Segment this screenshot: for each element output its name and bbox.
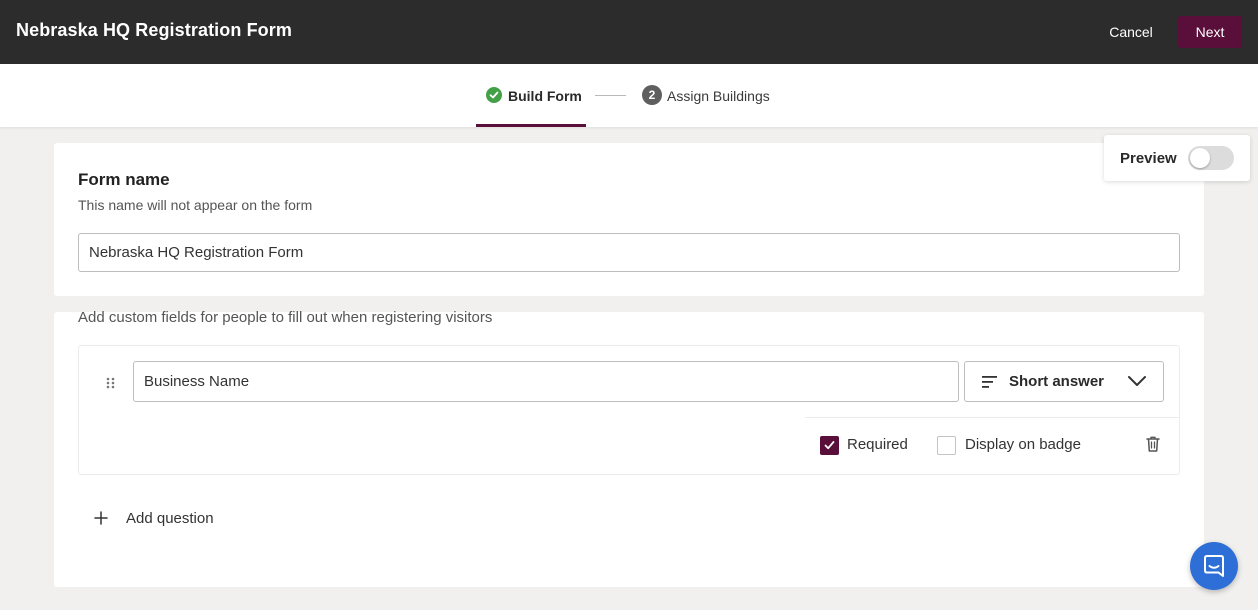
active-step-indicator xyxy=(476,124,586,127)
step-assign-buildings[interactable]: 2 Assign Buildings xyxy=(642,64,782,127)
step-connector xyxy=(595,95,626,96)
step-label: Assign Buildings xyxy=(667,88,770,104)
required-checkbox[interactable] xyxy=(820,436,839,455)
custom-fields-description: Add custom fields for people to fill out… xyxy=(78,309,493,326)
stepper: Build Form 2 Assign Buildings xyxy=(0,64,1258,127)
chat-launcher-button[interactable] xyxy=(1190,542,1238,590)
chevron-down-icon xyxy=(1128,376,1146,386)
drag-handle-icon[interactable] xyxy=(105,376,117,390)
question-item: Short answer Required Display on badge xyxy=(78,345,1180,475)
step-build-form[interactable]: Build Form xyxy=(476,64,586,127)
trash-icon[interactable] xyxy=(1145,435,1161,453)
display-on-badge-checkbox[interactable] xyxy=(937,436,956,455)
question-type-select[interactable]: Short answer xyxy=(964,361,1164,402)
preview-panel: Preview xyxy=(1104,135,1250,181)
chat-icon xyxy=(1204,555,1224,577)
plus-icon xyxy=(94,511,108,525)
preview-toggle[interactable] xyxy=(1188,146,1234,170)
required-label: Required xyxy=(847,436,908,453)
form-name-heading: Form name xyxy=(78,170,170,189)
custom-fields-card: Add custom fields for people to fill out… xyxy=(54,309,1204,587)
display-on-badge-label: Display on badge xyxy=(965,436,1081,453)
form-name-helper-text: This name will not appear on the form xyxy=(78,197,313,213)
form-name-card: Form name This name will not appear on t… xyxy=(54,143,1204,296)
top-bar: Nebraska HQ Registration Form Cancel Nex… xyxy=(0,0,1258,64)
question-type-label: Short answer xyxy=(1009,373,1105,390)
add-question-label: Add question xyxy=(126,510,214,527)
page-title: Nebraska HQ Registration Form xyxy=(16,20,292,40)
toggle-knob xyxy=(1190,148,1210,168)
step-label: Build Form xyxy=(508,88,582,104)
form-name-input[interactable] xyxy=(78,233,1180,272)
cancel-button[interactable]: Cancel xyxy=(1096,16,1166,48)
next-button[interactable]: Next xyxy=(1178,16,1242,48)
short-answer-icon xyxy=(982,376,997,388)
step-number-badge: 2 xyxy=(642,85,662,105)
add-question-button[interactable]: Add question xyxy=(94,508,254,532)
preview-label: Preview xyxy=(1120,150,1177,167)
question-options-divider xyxy=(805,417,1179,418)
check-icon xyxy=(486,87,502,103)
question-input[interactable] xyxy=(133,361,959,402)
